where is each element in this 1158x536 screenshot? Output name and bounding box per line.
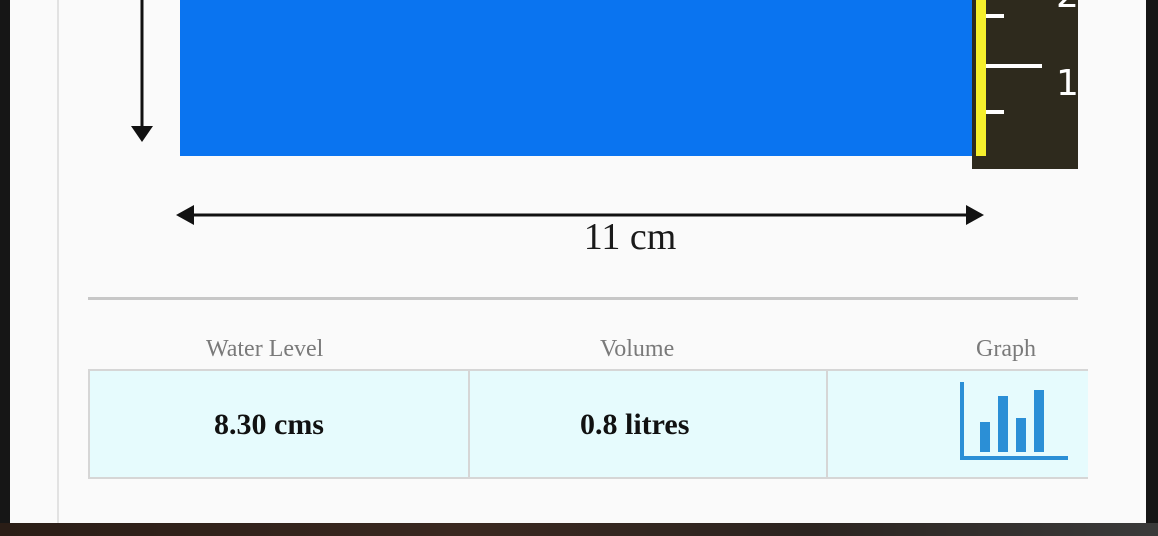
water-level-header: Water Level xyxy=(206,336,324,362)
cell-separator xyxy=(826,371,828,477)
ruler-major-tick xyxy=(986,64,1042,68)
graph-button[interactable] xyxy=(960,378,1068,464)
graph-header: Graph xyxy=(976,336,1036,362)
ruler-mark-2: 2 xyxy=(1056,0,1079,14)
section-divider xyxy=(88,297,1078,300)
ruler-mark-1: 1 xyxy=(1056,63,1079,104)
water-level-value: 8.30 cms xyxy=(214,408,324,441)
bottom-edge xyxy=(0,523,1158,536)
app-frame: 2 1 11 cm Water Level Volume Graph 8.30 … xyxy=(10,0,1146,523)
volume-value: 0.8 litres xyxy=(580,408,690,441)
ruler-minor-tick xyxy=(986,14,1004,18)
ruler-minor-tick xyxy=(986,110,1004,114)
ruler-level-bar xyxy=(976,0,986,156)
water-tank xyxy=(180,0,972,156)
results-table: 8.30 cms 0.8 litres xyxy=(88,369,1088,479)
height-dimension-arrow xyxy=(131,0,153,142)
level-ruler: 2 1 xyxy=(972,0,1079,169)
cell-separator xyxy=(468,371,470,477)
width-label: 11 cm xyxy=(583,216,677,258)
volume-header: Volume xyxy=(600,336,675,362)
bar-chart-icon xyxy=(960,382,1068,460)
frame-left-border xyxy=(57,0,59,523)
